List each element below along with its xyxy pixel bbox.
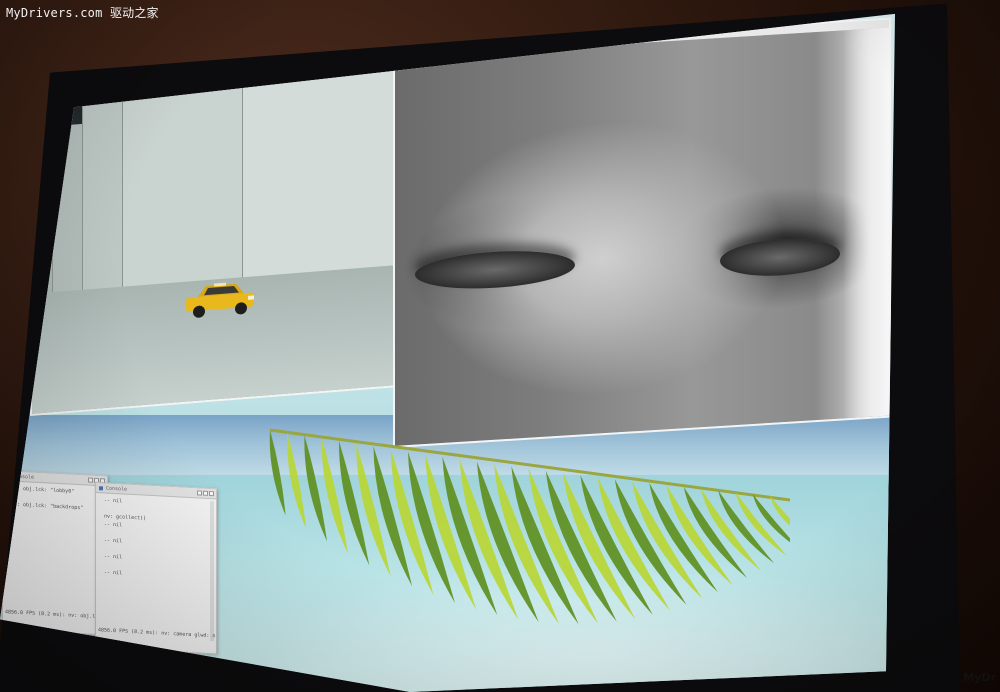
- console-right-output[interactable]: -- nil nv: gcollect() -- nil -- nil -- n…: [96, 493, 216, 582]
- minimize-button[interactable]: [197, 490, 202, 496]
- taxi-car: [186, 282, 254, 318]
- face-scene: [395, 27, 889, 446]
- console-window-right[interactable]: Console -- nil nv: gcollect() -- nil -- …: [95, 482, 217, 655]
- closed-eye-right: [720, 235, 840, 279]
- console-right-scrollbar[interactable]: [210, 501, 214, 642]
- console-right-title: Console: [106, 485, 128, 493]
- minimize-button[interactable]: [88, 477, 93, 483]
- closed-eye-left: [415, 246, 575, 293]
- console-icon: [6, 473, 10, 478]
- watermark-top: MyDrivers.com 驱动之家: [6, 6, 159, 20]
- desktop-screen: Console nv: obj.lck: "lobby0" nv: obj.lc…: [0, 13, 895, 692]
- face-highlight: [843, 27, 889, 419]
- watermark-bottom: MyDr: [963, 671, 996, 684]
- console-left-status: 4856.0 FPS (8.2 ms): nv: obj.lck: "lobby…: [5, 609, 108, 622]
- palm-frond: [269, 430, 286, 516]
- close-button[interactable]: [209, 490, 214, 497]
- console-icon: [99, 485, 103, 490]
- palm-frond: [287, 432, 307, 529]
- app-icon: [36, 80, 42, 87]
- render-window-face[interactable]: [393, 17, 891, 448]
- maximize-button[interactable]: [203, 490, 208, 496]
- city-scene: [32, 56, 430, 414]
- palm-leaf: [269, 428, 790, 625]
- palm-frond: [735, 492, 788, 557]
- console-right-status: 4856.0 FPS (8.2 ms): nv: camera glwd: ni…: [98, 627, 217, 640]
